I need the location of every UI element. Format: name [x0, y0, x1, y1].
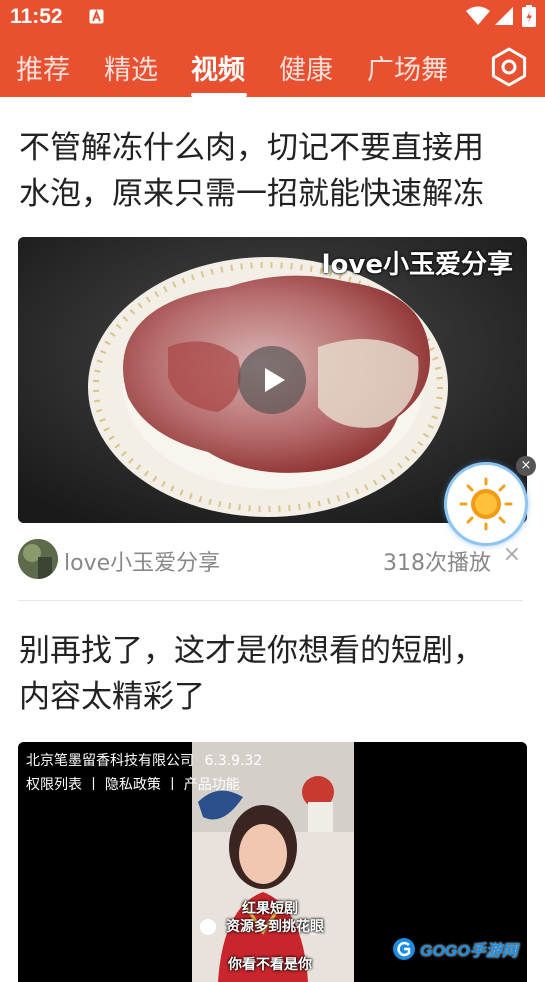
title-line: 不管解冻什么肉，切记不要直接用 — [19, 130, 484, 166]
play-icon — [265, 368, 285, 392]
play-button[interactable] — [238, 346, 306, 414]
tab-recommend[interactable]: 推荐 — [16, 48, 70, 87]
app-header: 11:52 推荐 精选 视频 健康 广场舞 — [0, 0, 545, 97]
weather-float-button[interactable] — [444, 462, 528, 546]
app-version: 6.3.9.32 — [204, 753, 263, 769]
title-line: 别再找了，这才是你想看的短剧， — [19, 633, 484, 669]
video-title[interactable]: 不管解冻什么肉，切记不要直接用 水泡，原来只需一招就能快速解冻 — [19, 125, 529, 217]
site-watermark: GOGO手游网 — [392, 935, 518, 963]
author-name[interactable]: love小玉爱分享 — [64, 545, 220, 577]
tab-video[interactable]: 视频 — [191, 48, 245, 87]
cell-signal-icon — [495, 7, 513, 25]
tab-featured[interactable]: 精选 — [104, 48, 158, 87]
divider — [18, 600, 523, 601]
video-caption: 红果短剧 — [242, 901, 298, 917]
company-label: 北京笔墨留香科技有限公司 — [26, 753, 194, 769]
play-count: 318次播放 — [383, 551, 491, 576]
avatar-image — [18, 539, 58, 579]
video-title[interactable]: 别再找了，这才是你想看的短剧， 内容太精彩了 — [19, 628, 529, 720]
status-time: 11:52 — [10, 5, 63, 28]
sun-icon — [459, 477, 513, 531]
tab-health[interactable]: 健康 — [279, 48, 333, 87]
status-bar: 11:52 — [0, 0, 545, 36]
policy-links[interactable]: 权限列表 丨 隐私政策 丨 产品功能 — [26, 774, 240, 794]
notification-a-icon — [89, 9, 104, 24]
video-caption: 资源多到挑花眼 — [226, 919, 324, 935]
float-close-button[interactable]: × — [516, 456, 536, 476]
video-meta: love小玉爱分享 318次播放 × — [18, 538, 527, 580]
gogo-logo-icon — [393, 938, 415, 960]
wifi-icon — [466, 6, 490, 25]
settings-gear-icon[interactable] — [488, 46, 530, 88]
video-caption: 你看不看是你 — [228, 957, 312, 973]
company-name: 北京笔墨留香科技有限公司 6.3.9.32 — [26, 750, 262, 770]
author-avatar[interactable] — [18, 539, 58, 579]
battery-icon — [522, 5, 536, 27]
channel-tabs: 推荐 精选 视频 健康 广场舞 — [0, 38, 545, 97]
tab-square-dance[interactable]: 广场舞 — [367, 48, 448, 87]
title-line: 水泡，原来只需一招就能快速解冻 — [19, 176, 484, 212]
dismiss-button[interactable]: × — [503, 542, 521, 567]
watermark-text: GOGO手游网 — [420, 943, 518, 960]
title-line: 内容太精彩了 — [19, 679, 205, 715]
uploader-watermark: love小玉爱分享 — [321, 250, 513, 280]
